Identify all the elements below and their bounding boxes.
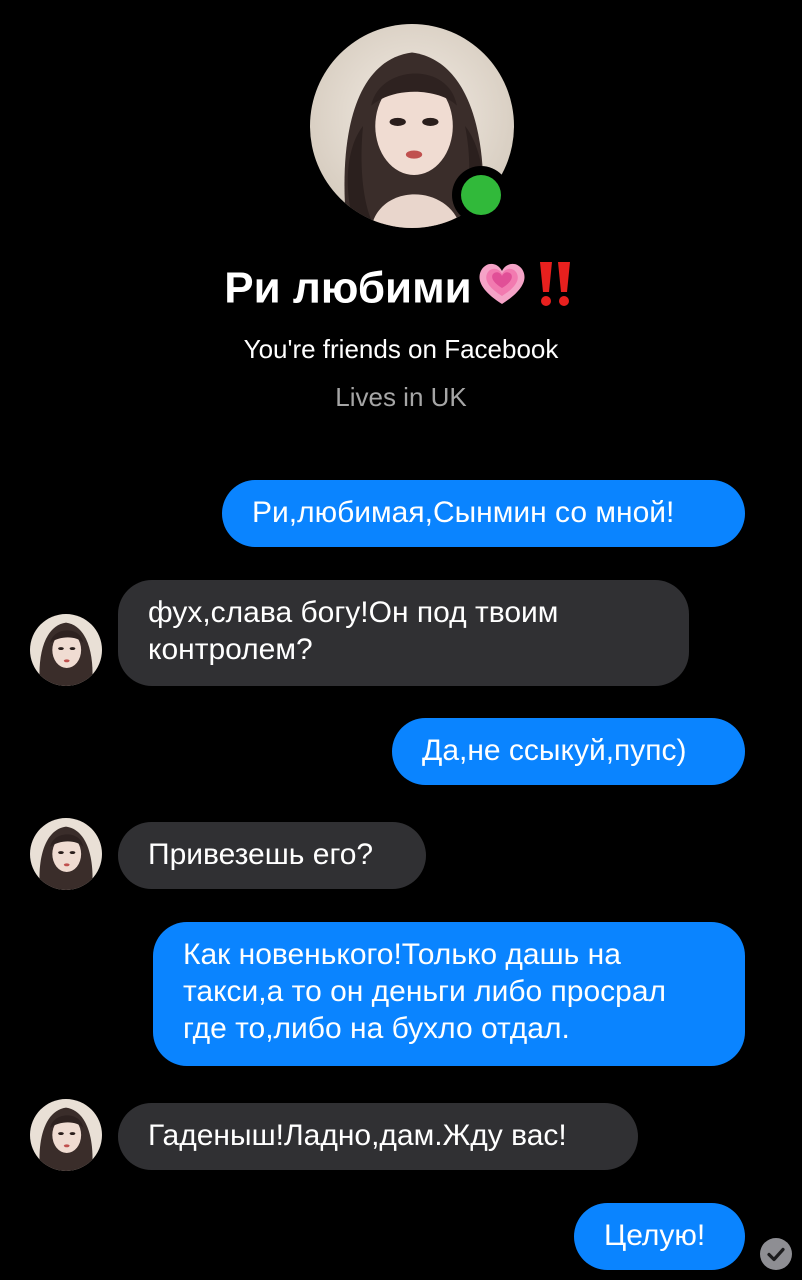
check-circle-icon <box>760 1238 792 1270</box>
message-text: Гаденыш!Ладно,дам.Жду вас! <box>148 1119 567 1152</box>
message-text: Привезешь его? <box>148 838 374 871</box>
sender-avatar[interactable] <box>30 1099 102 1171</box>
sender-photo <box>30 614 102 686</box>
message-text: фух,слава богу!Он под твоим контролем? <box>148 596 559 666</box>
message-text: Как новенького!Только дашь на такси,а то… <box>183 938 667 1045</box>
message-text: Да,не ссыкуй,пупс) <box>422 734 687 767</box>
message-text: Целую! <box>604 1219 706 1252</box>
message-bubble-outgoing[interactable]: Как новенького!Только дашь на такси,а то… <box>153 922 745 1066</box>
message-text: Ри,любимая,Сынмин со мной! <box>252 496 675 529</box>
message-bubble-outgoing[interactable]: Ри,любимая,Сынмин со мной! <box>222 480 745 547</box>
sender-photo <box>30 1099 102 1171</box>
sender-avatar[interactable] <box>30 818 102 890</box>
message-bubble-outgoing[interactable]: Целую! <box>574 1203 745 1270</box>
message-bubble-incoming[interactable]: Гаденыш!Ладно,дам.Жду вас! <box>118 1103 638 1170</box>
double-exclamation-emoji <box>532 258 578 324</box>
location-info: Lives in UK <box>335 382 467 412</box>
contact-name: Ри любими <box>0 258 802 324</box>
message-bubble-incoming[interactable]: фух,слава богу!Он под твоим контролем? <box>118 580 689 686</box>
growing-heart-emoji <box>474 258 530 324</box>
message-bubble-outgoing[interactable]: Да,не ссыкуй,пупс) <box>392 718 745 785</box>
message-bubble-incoming[interactable]: Привезешь его? <box>118 822 426 889</box>
friendship-status: You're friends on Facebook <box>243 334 559 364</box>
contact-name-text: Ри любими <box>224 263 472 313</box>
sender-avatar[interactable] <box>30 614 102 686</box>
online-status-ring <box>452 166 510 224</box>
online-indicator <box>461 175 501 215</box>
sender-photo <box>30 818 102 890</box>
